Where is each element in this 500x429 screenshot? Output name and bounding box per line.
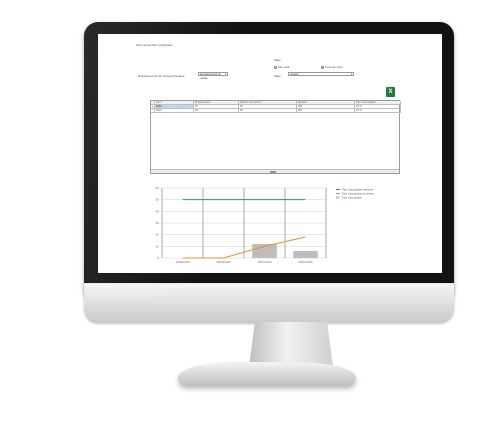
legend-entry: Taux d'occupation [342, 197, 363, 200]
excel-export-button[interactable]: X [386, 87, 395, 97]
site-select-value: Largeur [290, 73, 299, 76]
radio-selected-icon [274, 65, 277, 69]
x-tick-label: 26/07/2019 [299, 260, 313, 264]
location-label: Emplacements du niveau physique [138, 74, 185, 78]
legend-swatch [336, 196, 339, 199]
excel-icon: X [388, 89, 393, 95]
radio-tous-les-sites[interactable]: Tous les sites [321, 65, 343, 69]
location-select[interactable]: Emplacements du niveau ▾ [198, 72, 228, 80]
bar [293, 251, 318, 258]
legend-entry: Taux d'occupation maximum [342, 189, 373, 192]
monitor-chin [84, 283, 454, 323]
chevron-down-icon: ▾ [350, 73, 352, 76]
y-tick-label: 20 [156, 233, 160, 237]
entity-label: Sous-ensembles physiques [136, 43, 173, 47]
x-tick-label: 26/06/2019 [217, 260, 231, 264]
table-cell[interactable]: 2019 [155, 109, 194, 113]
radio-unselected-icon [321, 65, 324, 69]
radio-label: Tous les sites [324, 65, 343, 69]
occupancy-chart: 0 10 20 30 40 50 60 10/06/2019 26/06/2019 10/07/2… [156, 186, 374, 264]
location-select-value: Emplacements du niveau [200, 73, 221, 80]
table-cell[interactable]: 23 % [355, 109, 401, 113]
table-cell[interactable]: 301 [297, 109, 355, 113]
site-group-label: Sites [274, 58, 281, 62]
horizontal-scrollbar[interactable] [151, 169, 399, 173]
scrollbar-thumb[interactable] [270, 170, 277, 173]
table-cell[interactable]: 96 [239, 109, 297, 113]
app-screen: Sous-ensembles physiques Emplacements du… [98, 34, 442, 273]
chevron-down-icon: ▾ [224, 73, 226, 76]
radio-label: Site actif [277, 65, 290, 69]
table-cell[interactable]: 29 [194, 109, 239, 113]
y-tick-label: 60 [156, 186, 160, 190]
y-tick-label: 50 [156, 198, 160, 202]
site-select[interactable]: Largeur ▾ [288, 72, 354, 76]
monitor-stand-base [178, 362, 356, 386]
y-tick-label: 40 [156, 209, 160, 213]
legend-entry: Taux d'occupation du niveau [342, 193, 374, 196]
radio-site-actif[interactable]: Site actif [274, 65, 289, 69]
data-grid: Nom Emplacement Espace consommé Restant … [150, 100, 401, 174]
site-select-label: Sites [274, 74, 281, 78]
y-tick-label: 30 [156, 221, 160, 225]
table-row[interactable]: * 2019 29 96 301 23 % [151, 109, 401, 113]
y-tick-label: 0 [157, 256, 159, 260]
x-tick-label: 10/07/2019 [258, 260, 272, 264]
y-tick-label: 10 [156, 244, 160, 248]
x-tick-label: 10/06/2019 [176, 260, 190, 264]
